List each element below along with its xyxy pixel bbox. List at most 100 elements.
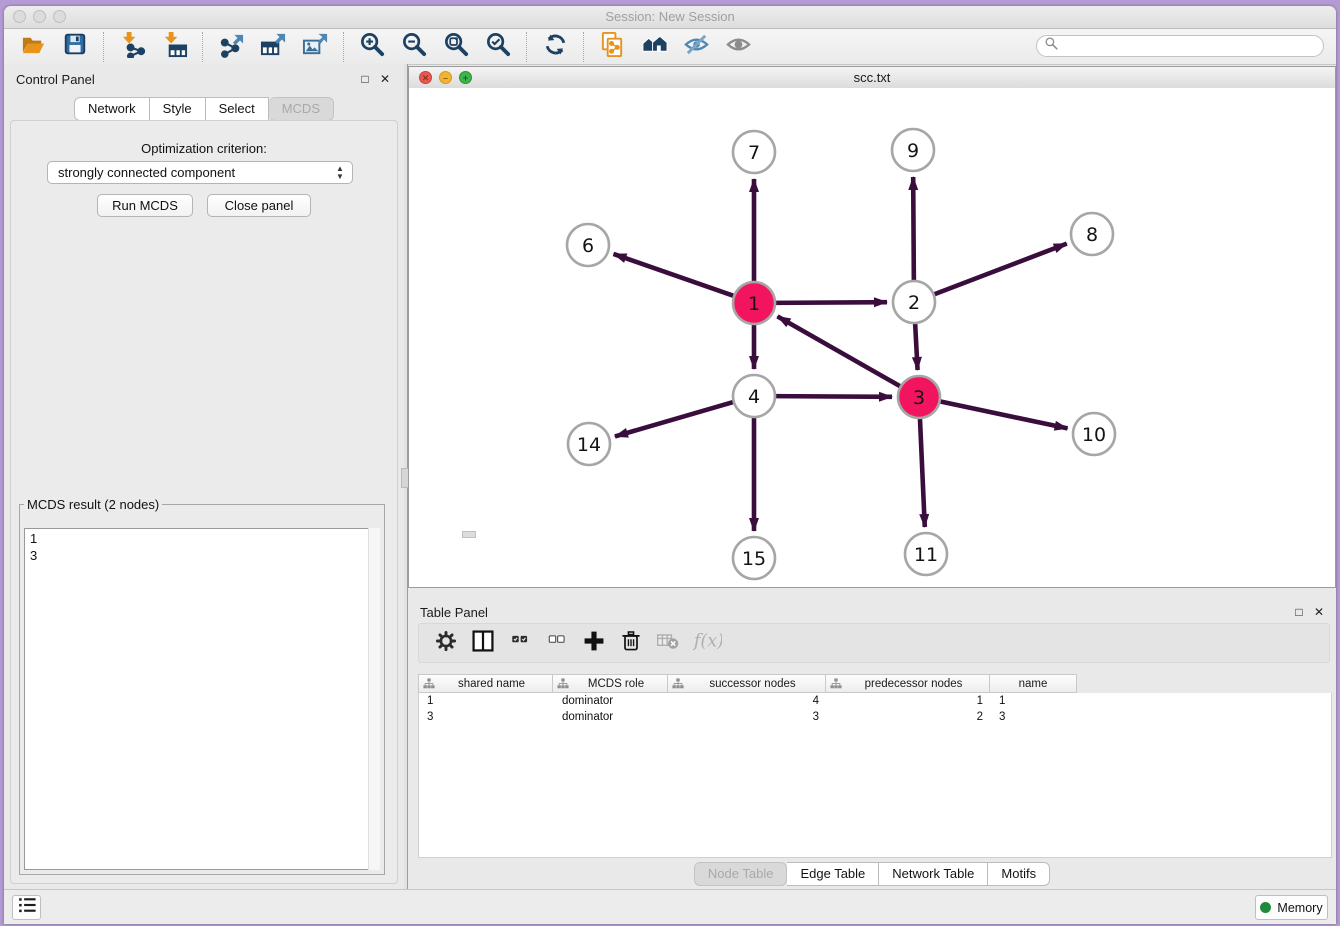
table-row[interactable]: 3dominator323 [419,709,1331,725]
first-neighbors-button[interactable] [635,31,673,63]
table-cell[interactable]: 1 [827,695,991,707]
close-panel-button[interactable]: Close panel [207,194,311,217]
export-image-button[interactable] [296,31,334,63]
save-session-button[interactable] [56,31,94,63]
export-table-button[interactable] [254,31,292,63]
graph-node-15[interactable]: 15 [733,537,775,579]
table-cell[interactable]: 1 [991,695,1078,707]
delete-table-button [653,628,683,658]
table-cell[interactable]: dominator [554,711,669,723]
tab-motifs[interactable]: Motifs [988,862,1050,886]
refresh-button[interactable] [536,31,574,63]
control-panel-close-button[interactable]: ✕ [378,72,392,86]
graph-node-3[interactable]: 3 [898,376,940,418]
tab-node-table[interactable]: Node Table [694,862,788,886]
select-all-button[interactable] [505,628,535,658]
tab-style[interactable]: Style [150,97,206,121]
import-network-button[interactable] [113,31,151,63]
show-all-icon [725,31,752,63]
graph-node-1[interactable]: 1 [733,282,775,324]
graph-edge-2-9[interactable] [913,177,914,283]
memory-button[interactable]: Memory [1255,895,1328,920]
column-label: shared name [435,678,548,690]
table-options-button[interactable] [431,628,461,658]
svg-text:f(x): f(x) [692,631,722,651]
graph-node-6[interactable]: 6 [567,224,609,266]
graph-edge-3-10[interactable] [938,401,1068,428]
control-panel-float-button[interactable]: □ [358,72,372,86]
hide-selected-button[interactable] [677,31,715,63]
graph-edge-1-2[interactable] [773,302,887,303]
optimization-criterion-label: Optimization criterion: [11,141,397,156]
table-cell[interactable]: 4 [669,695,827,707]
tab-network[interactable]: Network [74,97,150,121]
task-history-button[interactable] [12,895,41,920]
graph-node-8[interactable]: 8 [1071,213,1113,255]
deselect-all-button[interactable] [542,628,572,658]
table-cell[interactable]: 3 [419,711,554,723]
svg-text:7: 7 [748,142,760,164]
app-window: Session: New Session Control Panel □ ✕ N… [4,6,1336,924]
graph-node-9[interactable]: 9 [892,129,934,171]
function-builder-button: f(x) [690,628,720,658]
create-column-button[interactable] [579,628,609,658]
table-panel-title: Table Panel [420,605,488,620]
save-session-icon [62,31,88,62]
tab-select[interactable]: Select [206,97,269,121]
graph-node-7[interactable]: 7 [733,131,775,173]
column-header-shared-name[interactable]: shared name [418,674,553,693]
graph-node-10[interactable]: 10 [1073,413,1115,455]
graph-edge-3-11[interactable] [920,416,925,527]
new-network-from-selection-button[interactable] [593,31,631,63]
table-cell[interactable]: dominator [554,695,669,707]
delete-column-button[interactable] [616,628,646,658]
zoom-in-button[interactable] [353,31,391,63]
column-header-successor-nodes[interactable]: successor nodes [668,674,826,693]
tab-edge-table[interactable]: Edge Table [787,862,879,886]
search-input[interactable] [1063,38,1316,54]
tab-mcds[interactable]: MCDS [269,97,334,121]
svg-text:4: 4 [748,386,760,408]
graph-edge-1-6[interactable] [613,254,736,297]
zoom-fit-button[interactable] [437,31,475,63]
table-cell[interactable]: 1 [419,695,554,707]
graph-edge-3-1[interactable] [777,316,902,387]
graph-edge-4-3[interactable] [773,396,892,397]
toolbar-separator [583,32,584,62]
graph-node-2[interactable]: 2 [893,281,935,323]
graph-node-11[interactable]: 11 [905,533,947,575]
mcds-result-text[interactable]: 1 3 [24,528,380,870]
result-scrollbar[interactable] [368,528,380,870]
network-frame: ✕ – + scc.txt 7968124314101511 [408,66,1336,588]
column-header-mcds-role[interactable]: MCDS role [553,674,668,693]
tab-network-table[interactable]: Network Table [879,862,988,886]
table-cell[interactable]: 3 [669,711,827,723]
svg-text:11: 11 [914,544,938,566]
search-field[interactable] [1036,35,1324,57]
import-table-icon [161,31,188,63]
show-columns-button[interactable] [468,628,498,658]
table-cell[interactable]: 3 [991,711,1078,723]
column-header-predecessor-nodes[interactable]: predecessor nodes [826,674,990,693]
svg-text:2: 2 [908,292,920,314]
table-panel-close-button[interactable]: ✕ [1312,605,1326,619]
zoom-out-button[interactable] [395,31,433,63]
table-panel-float-button[interactable]: □ [1292,605,1306,619]
graph-edge-4-14[interactable] [615,401,736,436]
table-cell[interactable]: 2 [827,711,991,723]
table-row[interactable]: 1dominator411 [419,693,1331,709]
show-all-button[interactable] [719,31,757,63]
optimization-criterion-select[interactable]: strongly connected component ▲▼ [47,161,353,184]
graph-edge-2-3[interactable] [915,321,918,370]
import-table-button[interactable] [155,31,193,63]
open-session-button[interactable] [14,31,52,63]
graph-node-14[interactable]: 14 [568,423,610,465]
run-mcds-button[interactable]: Run MCDS [97,194,193,217]
horizontal-splitter-handle[interactable] [462,531,476,538]
graph-node-4[interactable]: 4 [733,375,775,417]
graph-edge-2-8[interactable] [932,244,1067,296]
column-header-name[interactable]: name [990,674,1077,693]
export-network-button[interactable] [212,31,250,63]
network-canvas[interactable]: 7 9 6 8 1 2 4 3 14 10 15 11 [409,88,1335,587]
zoom-selected-button[interactable] [479,31,517,63]
